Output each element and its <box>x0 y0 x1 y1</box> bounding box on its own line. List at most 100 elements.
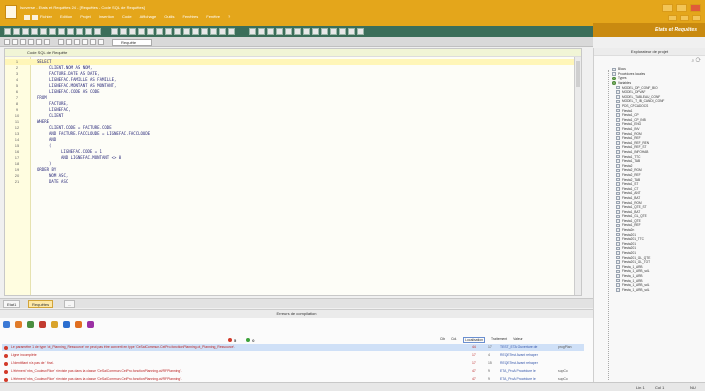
toolbar-tool-icon[interactable] <box>285 28 292 35</box>
filter-icon[interactable] <box>15 321 22 328</box>
menu-item[interactable]: Affichage <box>140 14 157 19</box>
menu-item[interactable]: Edition <box>60 14 72 19</box>
error-column-header[interactable]: Cib <box>440 337 445 343</box>
quick-undo-icon[interactable] <box>32 15 38 20</box>
toolbar-tool-icon[interactable] <box>13 28 20 35</box>
document-tab[interactable]: ... <box>64 300 76 308</box>
error-column-header[interactable]: Col. <box>451 337 457 343</box>
editor-tool-icon[interactable] <box>98 39 104 45</box>
toolbar-tool-icon[interactable] <box>303 28 310 35</box>
code-line[interactable]: 21 DATE ASC <box>5 179 581 185</box>
project-tree-item[interactable]: MODEL_T_IB_CANDI_CONF <box>610 99 664 104</box>
warning-filter-icon[interactable] <box>51 321 58 328</box>
toolbar-tool-icon[interactable] <box>348 28 355 35</box>
menu-item[interactable]: Outils <box>164 14 174 19</box>
editor-tool-icon[interactable] <box>44 39 50 45</box>
document-tab[interactable]: Requêtes <box>28 300 54 308</box>
error-column-header[interactable]: Localisation <box>463 337 486 343</box>
info-filter-icon[interactable] <box>63 321 70 328</box>
toolbar-tool-icon[interactable] <box>111 28 118 35</box>
toolbar-tool-icon[interactable] <box>58 28 65 35</box>
scroll-thumb[interactable] <box>576 61 580 87</box>
error-row[interactable]: Le paramètre 1 de type 'ot_Planning_Ress… <box>2 344 584 351</box>
toolbar-tool-icon[interactable] <box>258 28 265 35</box>
toolbar-tool-icon[interactable] <box>49 28 56 35</box>
error-column-header[interactable]: Traitement <box>491 337 507 343</box>
toolbar-tool-icon[interactable] <box>156 28 163 35</box>
project-tree-item[interactable]: MODEL_TABLEAU_CONF <box>610 95 664 100</box>
editor-tool-icon[interactable] <box>90 39 96 45</box>
toolbar-tool-icon[interactable] <box>210 28 217 35</box>
refresh-icon[interactable] <box>3 321 10 328</box>
document-tab[interactable]: Etat1 <box>3 300 21 308</box>
toolbar-tool-icon[interactable] <box>165 28 172 35</box>
toolbar-tool-icon[interactable] <box>76 28 83 35</box>
error-count[interactable]: 5 <box>228 338 236 343</box>
minimize-icon[interactable] <box>662 4 673 12</box>
editor-scrollbar[interactable] <box>574 57 581 295</box>
toolbar-tool-icon[interactable] <box>339 28 346 35</box>
menu-item[interactable]: Projet <box>80 14 90 19</box>
toolbar-tool-icon[interactable] <box>357 28 364 35</box>
maximize-icon[interactable] <box>676 4 687 12</box>
editor-tool-icon[interactable] <box>82 39 88 45</box>
toolbar-tool-icon[interactable] <box>40 28 47 35</box>
toolbar-tool-icon[interactable] <box>183 28 190 35</box>
doc-restore-icon[interactable] <box>680 15 689 21</box>
grid-icon[interactable] <box>27 321 34 328</box>
editor-tool-icon[interactable] <box>20 39 26 45</box>
editor-tool-icon[interactable] <box>58 39 64 45</box>
code-editor[interactable]: Code SQL de Requête 1 SELECT 2 CLIENT.NOM A… <box>4 48 582 296</box>
toolbar-tool-icon[interactable] <box>294 28 301 35</box>
editor-tool-icon[interactable] <box>28 39 34 45</box>
editor-tool-icon[interactable] <box>74 39 80 45</box>
menu-item[interactable]: Fenêtre <box>206 14 220 19</box>
toolbar-tool-icon[interactable] <box>312 28 319 35</box>
ok-count[interactable]: 0 <box>246 338 254 343</box>
toolbar-tool-icon[interactable] <box>85 28 92 35</box>
toolbar-tool-icon[interactable] <box>276 28 283 35</box>
toolbar-tool-icon[interactable] <box>330 28 337 35</box>
toolbar-tool-icon[interactable] <box>147 28 154 35</box>
request-selector[interactable]: Requête <box>112 39 152 46</box>
project-tree-item[interactable]: MODEL_DP_CONF_BIO <box>610 85 664 90</box>
toolbar-tool-icon[interactable] <box>192 28 199 35</box>
doc-minimize-icon[interactable] <box>668 15 677 21</box>
error-column-header[interactable]: Valeur <box>513 337 523 343</box>
toolbar-tool-icon[interactable] <box>67 28 74 35</box>
toolbar-tool-icon[interactable] <box>31 28 38 35</box>
editor-tool-icon[interactable] <box>36 39 42 45</box>
project-tree-item[interactable]: Fiesta_1_ARB_sdL <box>610 288 664 293</box>
toolbar-tool-icon[interactable] <box>174 28 181 35</box>
editor-tool-icon[interactable] <box>66 39 72 45</box>
error-row[interactable]: L'identifiant n'a pas de ' fina'. 17 15 REQ… <box>2 360 584 367</box>
menu-item[interactable]: Code <box>122 14 132 19</box>
doc-close-icon[interactable] <box>692 15 701 21</box>
funnel-icon[interactable] <box>87 321 94 328</box>
toolbar-tool-icon[interactable] <box>22 28 29 35</box>
toolbar-tool-icon[interactable] <box>249 28 256 35</box>
error-row[interactable]: L'élément 'nbs_Couleur/Rice' n'existe pa… <box>2 368 584 375</box>
quick-save-icon[interactable] <box>24 15 30 20</box>
toolbar-tool-icon[interactable] <box>201 28 208 35</box>
toolbar-tool-icon[interactable] <box>321 28 328 35</box>
toolbar-tool-icon[interactable] <box>120 28 127 35</box>
export-icon[interactable] <box>75 321 82 328</box>
toolbar-tool-icon[interactable] <box>4 28 11 35</box>
close-icon[interactable] <box>690 4 701 12</box>
menu-item[interactable]: Fenêtres <box>182 14 198 19</box>
toolbar-tool-icon[interactable] <box>138 28 145 35</box>
toolbar-tool-icon[interactable] <box>267 28 274 35</box>
toolbar-tool-icon[interactable] <box>94 28 101 35</box>
toolbar-tool-icon[interactable] <box>219 28 226 35</box>
search-icon[interactable]: ⌕ ⟳ <box>691 58 701 64</box>
editor-tool-icon[interactable] <box>4 39 10 45</box>
menu-item[interactable]: ? <box>228 14 230 19</box>
error-filter-icon[interactable] <box>39 321 46 328</box>
error-row[interactable]: Ligne incomplète 17 4 REQETest Avant rehape… <box>2 352 584 359</box>
toolbar-tool-icon[interactable] <box>228 28 235 35</box>
editor-tool-icon[interactable] <box>12 39 18 45</box>
toolbar-tool-icon[interactable] <box>129 28 136 35</box>
menu-item[interactable]: Insertion <box>99 14 114 19</box>
menu-item[interactable]: Fichier <box>40 14 52 19</box>
